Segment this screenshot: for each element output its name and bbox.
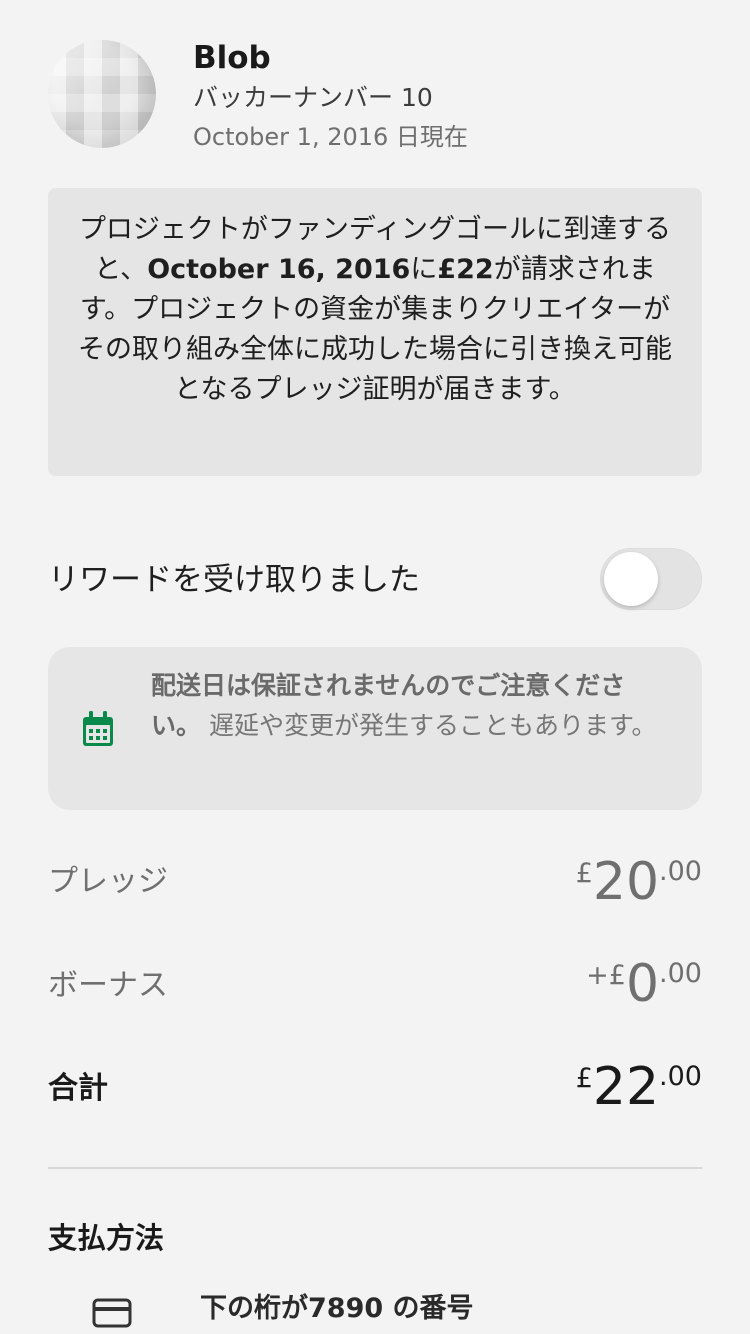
- backer-header: Blob バッカーナンバー 10 October 1, 2016 日現在: [48, 40, 702, 151]
- shipping-disclaimer: 配送日は保証されませんのでご注意ください。 遅延や変更が発生することもあります。: [48, 647, 702, 810]
- total-fraction: .00: [659, 1061, 702, 1092]
- pledge-row: プレッジ £20.00: [48, 852, 702, 922]
- reward-received-label: リワードを受け取りました: [48, 562, 420, 598]
- bonus-whole: 0: [625, 954, 660, 1014]
- total-whole: 22: [592, 1057, 660, 1117]
- payment-card-number[interactable]: 下の桁が7890 の番号: [200, 1290, 474, 1328]
- notice-charge-amount: £22: [437, 254, 494, 285]
- notice-text-middle: に: [410, 254, 438, 285]
- bonus-row: ボーナス +£0.00: [48, 954, 702, 1024]
- notice-charge-date: October 16, 2016: [147, 254, 411, 285]
- pledge-whole: 20: [592, 852, 660, 912]
- bonus-amount: +£0.00: [586, 954, 702, 1014]
- bonus-fraction: .00: [659, 958, 702, 989]
- section-divider: [48, 1167, 702, 1169]
- payment-method-title: 支払方法: [48, 1221, 165, 1255]
- bonus-label: ボーナス: [48, 968, 168, 1003]
- reward-received-row: リワードを受け取りました: [48, 548, 702, 612]
- toggle-knob: [604, 552, 658, 606]
- shipping-disclaimer-text: 配送日は保証されませんのでご注意ください。 遅延や変更が発生することもあります。: [151, 666, 671, 746]
- backer-name: Blob: [193, 40, 271, 76]
- shipping-note: 遅延や変更が発生することもあります。: [201, 711, 657, 740]
- charge-notice: プロジェクトがファンディングゴールに到達すると、October 16, 2016…: [48, 188, 702, 476]
- as-of-date: October 1, 2016 日現在: [193, 123, 468, 151]
- pledge-label: プレッジ: [48, 864, 168, 899]
- avatar: [48, 40, 156, 148]
- credit-card-icon: [92, 1298, 132, 1328]
- total-currency: £: [575, 1063, 593, 1094]
- bonus-currency: +£: [586, 960, 626, 991]
- pledge-currency: £: [575, 858, 593, 889]
- total-label: 合計: [48, 1071, 108, 1106]
- reward-received-toggle[interactable]: [600, 548, 702, 610]
- total-amount: £22.00: [576, 1057, 702, 1117]
- pledge-fraction: .00: [659, 856, 702, 887]
- total-row: 合計 £22.00: [48, 1057, 702, 1127]
- backer-number: バッカーナンバー 10: [193, 83, 433, 112]
- pledge-amount: £20.00: [576, 852, 702, 912]
- calendar-icon: [83, 711, 113, 746]
